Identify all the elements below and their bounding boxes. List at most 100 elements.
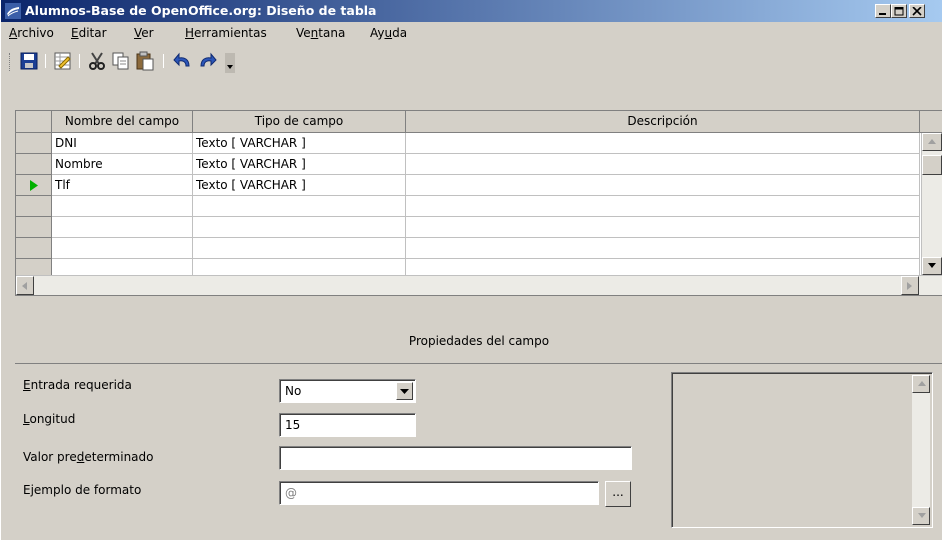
format-example-label: Ejemplo de formato xyxy=(23,483,142,497)
description-cell[interactable] xyxy=(406,133,920,154)
format-example-field: @ xyxy=(279,481,599,505)
row-selector[interactable] xyxy=(16,175,52,196)
field-type-cell[interactable]: Texto [ VARCHAR ] xyxy=(193,133,406,154)
paste-icon xyxy=(136,51,154,71)
scroll-down-button[interactable] xyxy=(922,257,942,275)
table-row[interactable]: Nombre Texto [ VARCHAR ] xyxy=(16,154,942,175)
required-select[interactable]: No xyxy=(279,379,416,403)
menu-ver[interactable]: Ver xyxy=(134,26,154,40)
chevron-down-icon xyxy=(400,389,409,394)
toolbar-grip[interactable] xyxy=(9,53,12,71)
field-name-cell[interactable]: DNI xyxy=(52,133,193,154)
vertical-scrollbar[interactable] xyxy=(921,133,942,275)
scroll-up-button[interactable] xyxy=(922,133,942,151)
scroll-right-button[interactable] xyxy=(901,276,919,295)
description-cell[interactable] xyxy=(406,175,920,196)
table-row[interactable]: Tlf Texto [ VARCHAR ] xyxy=(16,175,942,196)
cut-button[interactable] xyxy=(87,51,107,71)
field-type-cell[interactable]: Texto [ VARCHAR ] xyxy=(193,154,406,175)
column-header-field-type[interactable]: Tipo de campo xyxy=(193,111,406,132)
chevron-down-icon xyxy=(227,65,233,69)
toolbar-overflow-button[interactable] xyxy=(225,53,235,73)
scroll-left-button[interactable] xyxy=(16,276,34,295)
grid-header: Nombre del campo Tipo de campo Descripci… xyxy=(16,111,942,133)
menu-archivo[interactable]: Archivo xyxy=(9,26,54,40)
column-header-description[interactable]: Descripción xyxy=(406,111,920,132)
current-row-arrow-icon xyxy=(30,180,38,191)
edit-table-button[interactable] xyxy=(53,51,73,71)
table-row[interactable] xyxy=(16,196,942,217)
horizontal-scrollbar[interactable] xyxy=(16,275,942,295)
format-button[interactable]: ... xyxy=(605,481,631,507)
maximize-icon xyxy=(894,7,904,16)
row-selector[interactable] xyxy=(16,133,52,154)
grid-corner[interactable] xyxy=(16,111,52,132)
description-cell[interactable] xyxy=(406,217,920,238)
help-scrollbar[interactable] xyxy=(912,375,930,525)
description-cell[interactable] xyxy=(406,154,920,175)
close-button[interactable] xyxy=(909,4,925,18)
description-cell[interactable] xyxy=(406,196,920,217)
field-type-cell[interactable] xyxy=(193,238,406,259)
maximize-button[interactable] xyxy=(891,4,907,18)
menu-herramientas[interactable]: Herramientas xyxy=(185,26,267,40)
window-title: Alumnos-Base de OpenOffice.org: Diseño d… xyxy=(25,3,377,18)
required-value: No xyxy=(285,384,302,398)
undo-button[interactable] xyxy=(173,51,193,71)
field-type-cell[interactable] xyxy=(193,196,406,217)
toolbar-separator xyxy=(45,54,46,68)
menu-editar[interactable]: Editar xyxy=(71,26,107,40)
minimize-icon xyxy=(879,13,886,15)
arrow-left-icon xyxy=(22,282,27,290)
table-row[interactable] xyxy=(16,217,942,238)
arrow-up-icon xyxy=(928,139,936,144)
field-name-cell[interactable] xyxy=(52,217,193,238)
scroll-down-button[interactable] xyxy=(912,507,930,525)
field-name-cell[interactable] xyxy=(52,238,193,259)
field-properties-panel: Propiedades del campo Entrada requerida … xyxy=(15,318,942,540)
copy-button[interactable] xyxy=(111,51,131,71)
app-window: Alumnos-Base de OpenOffice.org: Diseño d… xyxy=(0,0,942,540)
table-row[interactable]: DNI Texto [ VARCHAR ] xyxy=(16,133,942,154)
arrow-right-icon xyxy=(907,282,912,290)
edit-table-icon xyxy=(54,52,71,70)
row-selector[interactable] xyxy=(16,217,52,238)
paste-button[interactable] xyxy=(135,51,155,71)
field-name-cell[interactable]: Nombre xyxy=(52,154,193,175)
toolbar-separator xyxy=(163,54,164,68)
redo-button[interactable] xyxy=(197,51,217,71)
row-selector[interactable] xyxy=(16,154,52,175)
scroll-thumb[interactable] xyxy=(922,155,942,175)
close-icon xyxy=(912,7,922,16)
table-row[interactable] xyxy=(16,238,942,259)
undo-icon xyxy=(173,52,190,67)
default-value-input[interactable] xyxy=(279,446,632,470)
field-type-cell[interactable]: Texto [ VARCHAR ] xyxy=(193,175,406,196)
copy-icon xyxy=(112,52,129,70)
properties-title: Propiedades del campo xyxy=(15,318,942,364)
openoffice-base-icon xyxy=(5,3,21,19)
help-text-box xyxy=(671,372,933,528)
field-type-cell[interactable] xyxy=(193,217,406,238)
toolbar-separator xyxy=(79,54,80,68)
row-selector[interactable] xyxy=(16,238,52,259)
default-value-label: Valor predeterminado xyxy=(23,450,154,464)
field-name-cell[interactable]: Tlf xyxy=(52,175,193,196)
redo-icon xyxy=(200,52,217,67)
column-header-field-name[interactable]: Nombre del campo xyxy=(52,111,193,132)
field-grid: Nombre del campo Tipo de campo Descripci… xyxy=(15,110,942,296)
menu-bar: Archivo Editar Ver Herramientas Ventana … xyxy=(1,22,942,44)
scroll-up-button[interactable] xyxy=(912,375,930,393)
arrow-down-icon xyxy=(918,513,926,518)
cut-icon xyxy=(89,52,105,70)
field-name-cell[interactable] xyxy=(52,196,193,217)
row-selector[interactable] xyxy=(16,196,52,217)
required-dropdown-button[interactable] xyxy=(396,382,413,400)
description-cell[interactable] xyxy=(406,238,920,259)
minimize-button[interactable] xyxy=(875,4,891,18)
save-button[interactable] xyxy=(19,51,39,71)
menu-ayuda[interactable]: Ayuda xyxy=(370,26,407,40)
title-bar[interactable]: Alumnos-Base de OpenOffice.org: Diseño d… xyxy=(1,0,942,22)
menu-ventana[interactable]: Ventana xyxy=(296,26,345,40)
length-input[interactable]: 15 xyxy=(279,413,416,437)
